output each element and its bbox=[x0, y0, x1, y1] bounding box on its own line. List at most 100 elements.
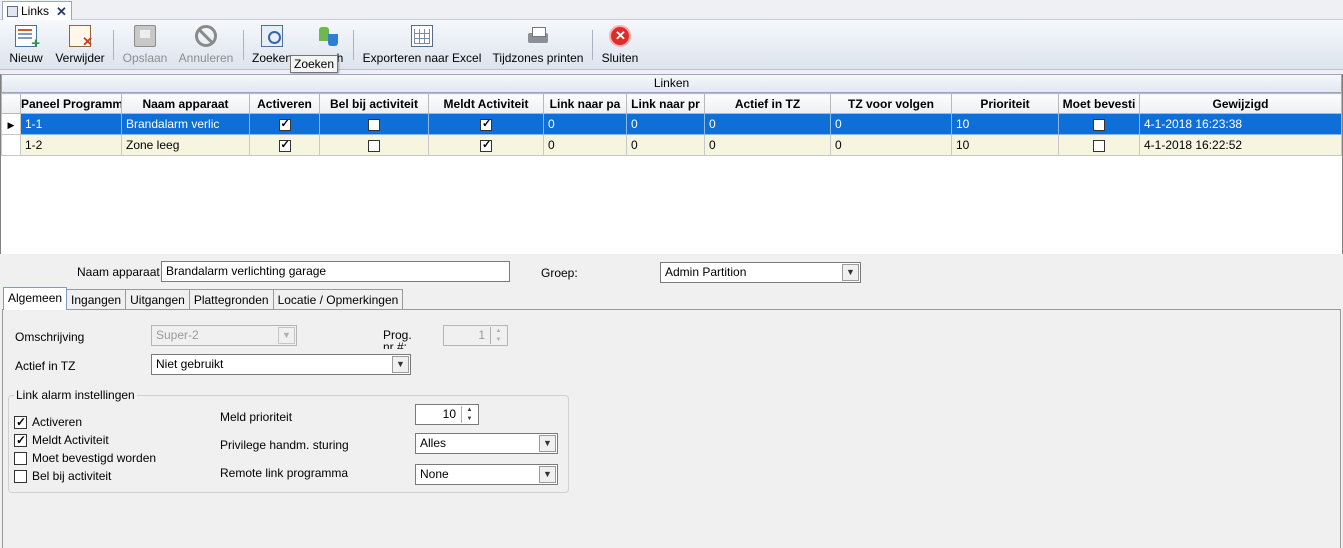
checkbox-box[interactable] bbox=[14, 415, 27, 429]
naam-apparaat-input[interactable]: Brandalarm verlichting garage bbox=[161, 261, 510, 282]
column-header[interactable]: TZ voor volgen bbox=[830, 93, 952, 114]
tab-uitgangen[interactable]: Uitgangen bbox=[125, 289, 190, 310]
cell-activeren[interactable] bbox=[249, 113, 320, 135]
cell-naam[interactable]: Zone leeg bbox=[121, 134, 250, 156]
new-button-label: Nieuw bbox=[9, 51, 43, 65]
omschrijving-select[interactable]: Super-2 ▼ bbox=[151, 325, 297, 346]
cell-gewijzigd[interactable]: 4-1-2018 16:22:52 bbox=[1139, 134, 1342, 156]
cell-prioriteit[interactable]: 10 bbox=[951, 113, 1059, 135]
groep-label: Groep: bbox=[541, 266, 578, 280]
meld-prioriteit-stepper[interactable]: 10 ▲ ▼ bbox=[415, 404, 479, 425]
row-header[interactable]: ▶ bbox=[1, 113, 21, 135]
save-button[interactable]: Opslaan bbox=[121, 23, 169, 68]
cell-naam[interactable]: Brandalarm verlic bbox=[121, 113, 250, 135]
checkbox-box[interactable] bbox=[14, 451, 27, 465]
table-row[interactable]: ▶ 1-1 Brandalarm verlic 0 0 0 0 10 4-1-2… bbox=[1, 113, 1342, 135]
privilege-value: Alles bbox=[420, 436, 447, 450]
cell-tz-volgen[interactable]: 0 bbox=[830, 134, 952, 156]
spin-up-icon[interactable]: ▲ bbox=[462, 406, 477, 415]
column-header[interactable]: Bel bij activiteit bbox=[319, 93, 429, 114]
cell-programma[interactable]: 1-1 bbox=[20, 113, 122, 135]
search-tooltip: Zoeken bbox=[290, 55, 339, 73]
export-excel-button[interactable]: Exporteren naar Excel bbox=[363, 23, 481, 68]
tab-plattegronden[interactable]: Plattegronden bbox=[188, 289, 274, 310]
new-button[interactable]: Nieuw bbox=[6, 23, 46, 68]
cell-moet[interactable] bbox=[1058, 134, 1140, 156]
bel-bij-activiteit-checkbox[interactable]: Bel bij activiteit bbox=[14, 469, 111, 483]
row-header-corner bbox=[1, 93, 21, 114]
spin-up-icon[interactable]: ▲ bbox=[491, 327, 506, 336]
remote-link-select[interactable]: None ▼ bbox=[415, 464, 558, 485]
print-timezones-button[interactable]: Tijdzones printen bbox=[491, 23, 585, 68]
cell-moet[interactable] bbox=[1058, 113, 1140, 135]
cell-link-pr[interactable]: 0 bbox=[626, 113, 705, 135]
column-header[interactable]: Link naar pa bbox=[543, 93, 627, 114]
spin-buttons[interactable]: ▲ ▼ bbox=[461, 406, 477, 423]
omschrijving-value: Super-2 bbox=[156, 328, 199, 342]
spin-buttons[interactable]: ▲ ▼ bbox=[490, 327, 506, 344]
chevron-down-icon[interactable]: ▼ bbox=[539, 466, 556, 483]
cell-meldt[interactable] bbox=[428, 134, 544, 156]
chevron-down-icon[interactable]: ▼ bbox=[842, 264, 859, 281]
moet-bevestigd-checkbox[interactable]: Moet bevestigd worden bbox=[14, 451, 156, 465]
chevron-down-icon[interactable]: ▼ bbox=[278, 327, 295, 344]
bel-checkbox[interactable] bbox=[368, 118, 380, 131]
cell-actief-tz[interactable]: 0 bbox=[704, 134, 831, 156]
prog-nr-stepper[interactable]: 1 ▲ ▼ bbox=[443, 325, 508, 346]
column-header[interactable]: Link naar pr bbox=[626, 93, 705, 114]
tab-ingangen[interactable]: Ingangen bbox=[66, 289, 127, 310]
groep-select[interactable]: Admin Partition ▼ bbox=[660, 262, 861, 283]
cell-link-pr[interactable]: 0 bbox=[626, 134, 705, 156]
remote-link-label: Remote link programma bbox=[220, 466, 349, 480]
cell-link-pa[interactable]: 0 bbox=[543, 113, 627, 135]
cell-actief-tz[interactable]: 0 bbox=[704, 113, 831, 135]
cell-programma[interactable]: 1-2 bbox=[20, 134, 122, 156]
moet-checkbox[interactable] bbox=[1093, 139, 1105, 152]
meldt-activiteit-checkbox[interactable]: Meldt Activiteit bbox=[14, 433, 109, 447]
cell-bel[interactable] bbox=[319, 134, 429, 156]
meldt-checkbox[interactable] bbox=[480, 138, 492, 152]
meldt-checkbox[interactable] bbox=[480, 117, 492, 131]
column-header[interactable]: Meldt Activiteit bbox=[428, 93, 544, 114]
delete-button[interactable]: Verwijder bbox=[53, 23, 107, 68]
actief-tz-select[interactable]: Niet gebruikt ▼ bbox=[151, 354, 411, 375]
checkbox-box[interactable] bbox=[14, 469, 27, 483]
column-header[interactable]: Paneel Programma bbox=[20, 93, 122, 114]
column-header[interactable]: Prioriteit bbox=[951, 93, 1059, 114]
save-icon bbox=[134, 25, 156, 47]
row-header[interactable] bbox=[1, 134, 21, 156]
close-tab-icon[interactable]: ✕ bbox=[56, 5, 67, 18]
close-button[interactable]: Sluiten bbox=[600, 23, 640, 68]
cell-bel[interactable] bbox=[319, 113, 429, 135]
chevron-down-icon[interactable]: ▼ bbox=[392, 356, 409, 373]
column-header[interactable]: Moet bevesti bbox=[1058, 93, 1140, 114]
cell-activeren[interactable] bbox=[249, 134, 320, 156]
activeren-checkbox[interactable]: Activeren bbox=[14, 415, 82, 429]
cancel-button[interactable]: Annuleren bbox=[177, 23, 235, 68]
bel-checkbox[interactable] bbox=[368, 139, 380, 152]
column-header[interactable]: Gewijzigd bbox=[1139, 93, 1342, 114]
cell-meldt[interactable] bbox=[428, 113, 544, 135]
search-button[interactable]: Zoeken bbox=[251, 23, 293, 68]
activeren-checkbox[interactable] bbox=[278, 117, 291, 131]
table-row[interactable]: 1-2 Zone leeg 0 0 0 0 10 4-1-2018 16:22:… bbox=[1, 134, 1342, 156]
moet-checkbox[interactable] bbox=[1093, 118, 1105, 131]
column-header[interactable]: Activeren bbox=[249, 93, 320, 114]
cell-link-pa[interactable]: 0 bbox=[543, 134, 627, 156]
spin-down-icon[interactable]: ▼ bbox=[491, 336, 506, 345]
tab-links[interactable]: Links ✕ bbox=[2, 1, 72, 20]
column-header[interactable]: Actief in TZ bbox=[704, 93, 831, 114]
chevron-down-icon[interactable]: ▼ bbox=[539, 435, 556, 452]
privilege-select[interactable]: Alles ▼ bbox=[415, 433, 558, 454]
column-header[interactable]: Naam apparaat bbox=[121, 93, 250, 114]
omschrijving-label: Omschrijving bbox=[15, 330, 85, 344]
checkbox-box[interactable] bbox=[14, 433, 27, 447]
delete-button-label: Verwijder bbox=[55, 51, 105, 65]
tab-locatie-opmerkingen[interactable]: Locatie / Opmerkingen bbox=[272, 289, 404, 310]
tab-algemeen[interactable]: Algemeen bbox=[3, 287, 68, 310]
cell-prioriteit[interactable]: 10 bbox=[951, 134, 1059, 156]
activeren-checkbox[interactable] bbox=[278, 138, 291, 152]
cell-gewijzigd[interactable]: 4-1-2018 16:23:38 bbox=[1139, 113, 1342, 135]
cell-tz-volgen[interactable]: 0 bbox=[830, 113, 952, 135]
spin-down-icon[interactable]: ▼ bbox=[462, 415, 477, 424]
